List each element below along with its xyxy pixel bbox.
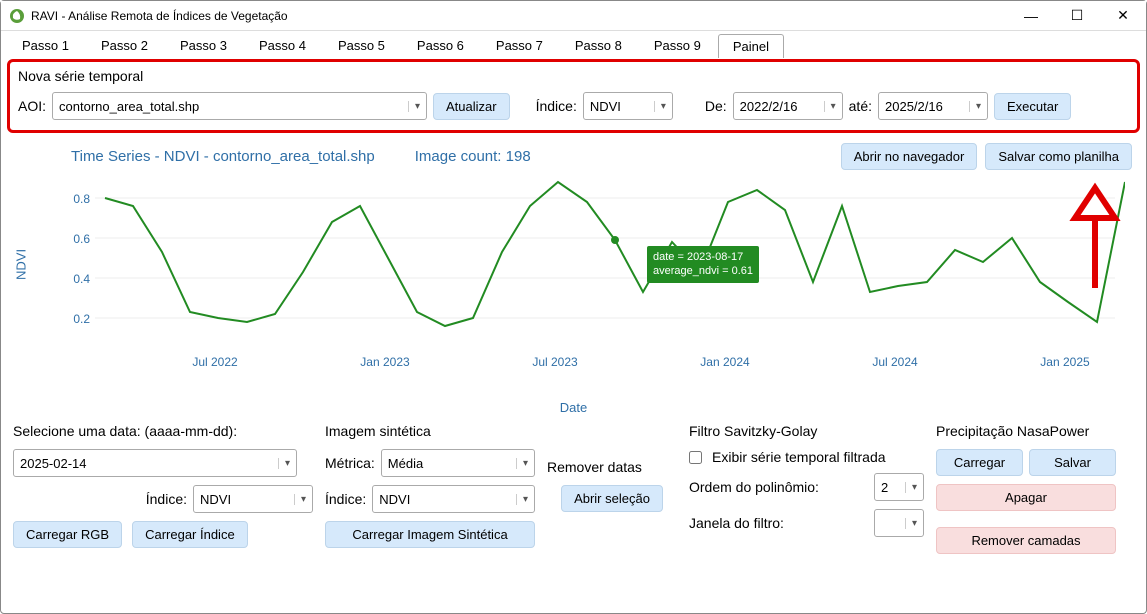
tab-passo-4[interactable]: Passo 4	[244, 33, 321, 57]
to-date[interactable]: 2025/2/16▾	[878, 92, 988, 120]
maximize-button[interactable]: ☐	[1054, 1, 1100, 31]
window-dropdown[interactable]: ▾	[874, 509, 924, 537]
load-rgb-button[interactable]: Carregar RGB	[13, 521, 122, 548]
open-browser-button[interactable]: Abrir no navegador	[841, 143, 978, 170]
caret-down-icon: ▾	[278, 458, 290, 469]
remove-dates-title: Remover datas	[547, 459, 677, 475]
close-button[interactable]: ✕	[1100, 1, 1146, 31]
synthetic-panel: Imagem sintética Métrica: Média▾ Índice:…	[325, 423, 535, 548]
load-index-button[interactable]: Carregar Índice	[132, 521, 248, 548]
caret-down-icon: ▾	[516, 494, 528, 505]
date-index-dropdown[interactable]: NDVI▾	[193, 485, 313, 513]
from-date[interactable]: 2022/2/16▾	[733, 92, 843, 120]
refresh-button[interactable]: Atualizar	[433, 93, 510, 120]
tab-passo-1[interactable]: Passo 1	[7, 33, 84, 57]
minimize-button[interactable]: —	[1008, 1, 1054, 31]
load-synthetic-button[interactable]: Carregar Imagem Sintética	[325, 521, 535, 548]
chart-ylabel: NDVI	[14, 249, 29, 280]
aoi-dropdown[interactable]: contorno_area_total.shp▾	[52, 92, 427, 120]
chart-area[interactable]: NDVI 0.8 0.6 0.4 0.2 Jul 2022 Jan 2023 Jul …	[15, 178, 1132, 398]
svg-text:Jul 2023: Jul 2023	[532, 355, 578, 369]
caret-down-icon: ▾	[969, 101, 981, 112]
precip-panel: Precipitação NasaPower Carregar Salvar A…	[936, 423, 1116, 554]
app-logo-icon	[9, 8, 25, 24]
from-label: De:	[705, 98, 727, 114]
save-sheet-button[interactable]: Salvar como planilha	[985, 143, 1132, 170]
savgol-title: Filtro Savitzky-Golay	[689, 423, 924, 439]
date-dropdown[interactable]: 2025-02-14▾	[13, 449, 297, 477]
savgol-panel: Filtro Savitzky-Golay Exibir série tempo…	[689, 423, 924, 537]
tab-passo-8[interactable]: Passo 8	[560, 33, 637, 57]
svg-text:0.6: 0.6	[73, 232, 90, 246]
tab-passo-6[interactable]: Passo 6	[402, 33, 479, 57]
svg-text:0.8: 0.8	[73, 192, 90, 206]
tab-passo-2[interactable]: Passo 2	[86, 33, 163, 57]
svg-text:Jul 2022: Jul 2022	[192, 355, 238, 369]
synthetic-title: Imagem sintética	[325, 423, 535, 439]
open-selection-button[interactable]: Abrir seleção	[561, 485, 663, 512]
tab-bar: Passo 1 Passo 2 Passo 3 Passo 4 Passo 5 …	[1, 31, 1146, 57]
show-filtered-label: Exibir série temporal filtrada	[712, 449, 886, 465]
chart-header: Time Series - NDVI - contorno_area_total…	[1, 137, 1146, 174]
poly-label: Ordem do polinômio:	[689, 479, 819, 495]
syn-index-dropdown[interactable]: NDVI▾	[372, 485, 535, 513]
svg-text:Jul 2024: Jul 2024	[872, 355, 918, 369]
svg-text:Jan 2023: Jan 2023	[360, 355, 410, 369]
caret-down-icon: ▾	[654, 101, 666, 112]
run-button[interactable]: Executar	[994, 93, 1071, 120]
precip-clear-button[interactable]: Apagar	[936, 484, 1116, 511]
caret-down-icon: ▾	[905, 482, 917, 493]
date-index-label: Índice:	[146, 491, 187, 507]
metric-label: Métrica:	[325, 455, 375, 471]
new-series-title: Nova série temporal	[18, 68, 1129, 84]
chart-svg: 0.8 0.6 0.4 0.2 Jul 2022 Jan 2023 Jul 2023 J…	[65, 178, 1125, 378]
caret-down-icon: ▾	[824, 101, 836, 112]
window-label: Janela do filtro:	[689, 515, 784, 531]
show-filtered-checkbox[interactable]	[689, 451, 702, 464]
tab-passo-5[interactable]: Passo 5	[323, 33, 400, 57]
new-series-box: Nova série temporal AOI: contorno_area_t…	[7, 59, 1140, 133]
date-panel: Selecione uma data: (aaaa-mm-dd): 2025-0…	[13, 423, 313, 548]
tab-painel[interactable]: Painel	[718, 34, 784, 58]
svg-text:Jan 2025: Jan 2025	[1040, 355, 1090, 369]
caret-down-icon: ▾	[294, 494, 306, 505]
syn-index-label: Índice:	[325, 491, 366, 507]
poly-dropdown[interactable]: 2▾	[874, 473, 924, 501]
to-label: até:	[849, 98, 872, 114]
remove-layers-button[interactable]: Remover camadas	[936, 527, 1116, 554]
caret-down-icon: ▾	[516, 458, 528, 469]
remove-dates-panel: Remover datas Abrir seleção	[547, 423, 677, 512]
svg-text:0.4: 0.4	[73, 272, 90, 286]
metric-dropdown[interactable]: Média▾	[381, 449, 535, 477]
chart-tooltip: date = 2023-08-17 average_ndvi = 0.61	[647, 246, 759, 283]
svg-text:Jan 2024: Jan 2024	[700, 355, 750, 369]
precip-save-button[interactable]: Salvar	[1029, 449, 1116, 476]
tab-passo-7[interactable]: Passo 7	[481, 33, 558, 57]
precip-load-button[interactable]: Carregar	[936, 449, 1023, 476]
svg-text:0.2: 0.2	[73, 312, 90, 326]
bottom-panels: Selecione uma data: (aaaa-mm-dd): 2025-0…	[1, 415, 1146, 562]
aoi-label: AOI:	[18, 98, 46, 114]
index-dropdown[interactable]: NDVI▾	[583, 92, 673, 120]
caret-down-icon: ▾	[905, 518, 917, 529]
chart-title: Time Series - NDVI - contorno_area_total…	[71, 148, 375, 165]
caret-down-icon: ▾	[408, 101, 420, 112]
tab-passo-9[interactable]: Passo 9	[639, 33, 716, 57]
index-label: Índice:	[536, 98, 577, 114]
app-title: RAVI - Análise Remota de Índices de Vege…	[31, 9, 1008, 23]
chart-xlabel: Date	[1, 400, 1146, 415]
date-panel-title: Selecione uma data: (aaaa-mm-dd):	[13, 423, 313, 439]
chart-count: Image count: 198	[415, 148, 531, 165]
precip-title: Precipitação NasaPower	[936, 423, 1116, 439]
titlebar: RAVI - Análise Remota de Índices de Vege…	[1, 1, 1146, 31]
tab-passo-3[interactable]: Passo 3	[165, 33, 242, 57]
